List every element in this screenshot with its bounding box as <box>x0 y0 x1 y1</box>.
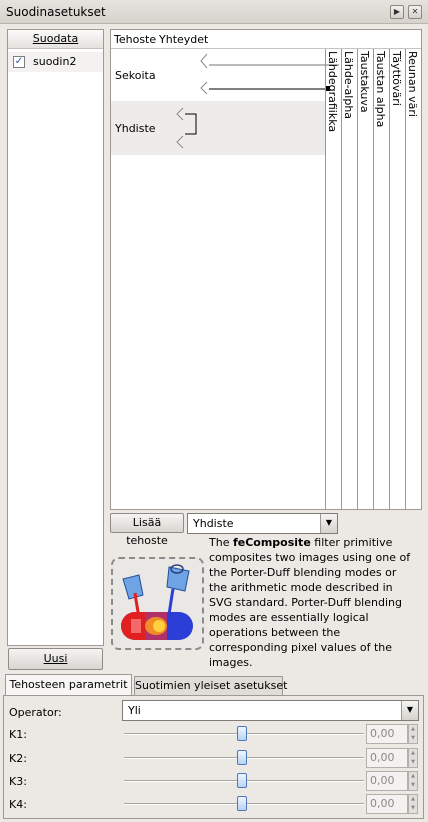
input-background-alpha[interactable]: Taustan alpha <box>374 51 387 127</box>
k1-spin-buttons[interactable]: ▲ ▼ <box>408 724 418 744</box>
effect-description: The feComposite filter primitive composi… <box>209 536 411 669</box>
input-background-image[interactable]: Taustakuva <box>358 51 371 113</box>
k4-spin-buttons[interactable]: ▲ ▼ <box>408 794 418 814</box>
dialog-title-bar: Suodinasetukset ▶ ✕ <box>0 0 428 24</box>
input-source-graphic[interactable]: Lähdegrafiikka <box>326 51 339 132</box>
composite-effect-icon <box>111 557 204 650</box>
input-source-alpha[interactable]: Lähde-alpha <box>342 51 355 119</box>
k4-label: K4: <box>9 798 27 811</box>
k3-label: K3: <box>9 775 27 788</box>
k3-slider-thumb[interactable] <box>237 773 247 788</box>
filter-enabled-checkbox[interactable]: ✓ <box>13 56 25 68</box>
effect-name: feComposite <box>232 536 311 549</box>
k3-spin-buttons[interactable]: ▲ ▼ <box>408 771 418 791</box>
k2-spinbox[interactable]: 0,00 <box>366 748 408 768</box>
k3-spinbox[interactable]: 0,00 <box>366 771 408 791</box>
k1-label: K1: <box>9 728 27 741</box>
k1-spinbox[interactable]: 0,00 <box>366 724 408 744</box>
tab-effect-parameters[interactable]: Tehosteen parametrit <box>5 674 132 697</box>
chevron-down-icon[interactable]: ▼ <box>320 514 337 533</box>
k2-spin-buttons[interactable]: ▲ ▼ <box>408 748 418 768</box>
k2-label: K2: <box>9 752 27 765</box>
operator-label: Operator: <box>9 706 62 719</box>
tab-filter-general-settings[interactable]: Suotimien yleiset asetukset <box>134 676 287 696</box>
operator-dropdown[interactable]: Yli ▼ <box>122 700 419 721</box>
dock-icon[interactable]: ▶ <box>390 5 404 19</box>
effect-type-dropdown[interactable]: Yhdiste ▼ <box>187 513 338 534</box>
k2-slider-thumb[interactable] <box>237 750 247 765</box>
add-effect-button[interactable]: Lisää tehoste <box>110 513 184 547</box>
k1-slider-thumb[interactable] <box>237 726 247 741</box>
effect-graph-panel: Tehoste Yhteydet Sekoita Yhdiste Lähdegr… <box>110 29 422 510</box>
input-fill-paint[interactable]: Täyttöväri <box>390 51 403 106</box>
operator-value: Yli <box>128 704 141 717</box>
input-stroke-paint[interactable]: Reunan väri <box>406 51 419 117</box>
dialog-title: Suodinasetukset <box>6 5 106 19</box>
k4-spinbox[interactable]: 0,00 <box>366 794 408 814</box>
new-filter-button[interactable]: Uusi <box>8 648 103 670</box>
filter-row[interactable]: ✓ suodin2 <box>8 52 103 72</box>
filter-list-header-label: Suodata <box>32 32 79 45</box>
chevron-down-icon[interactable]: ▼ <box>401 701 418 720</box>
filter-list-header[interactable]: Suodata <box>8 30 103 49</box>
effect-type-value: Yhdiste <box>193 517 234 530</box>
k4-slider-thumb[interactable] <box>237 796 247 811</box>
filter-name[interactable]: suodin2 <box>33 55 76 68</box>
close-icon[interactable]: ✕ <box>408 5 422 19</box>
filter-list: Suodata ✓ suodin2 <box>7 29 104 646</box>
